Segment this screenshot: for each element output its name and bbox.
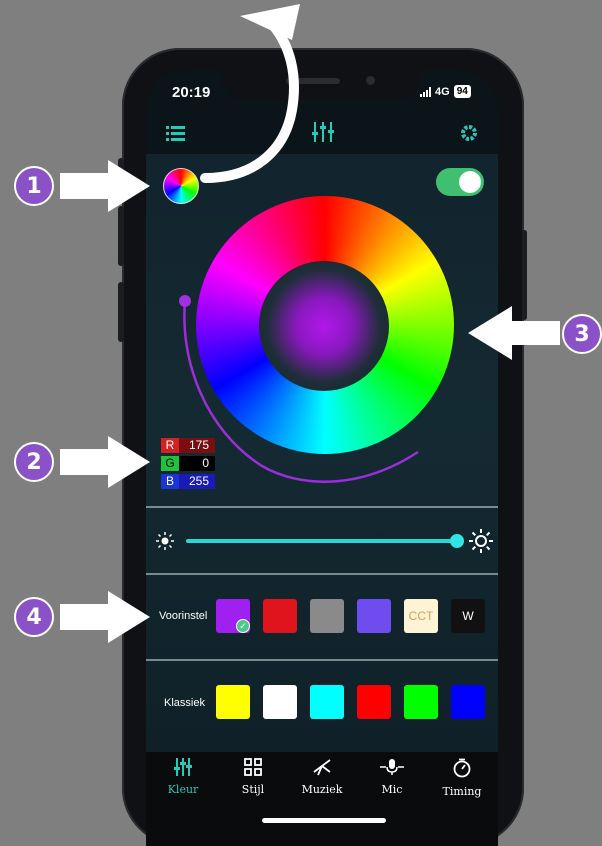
arrow-1	[60, 160, 150, 212]
callout-1: 1	[14, 166, 54, 206]
arrow-4	[60, 591, 150, 643]
callout-4: 4	[14, 597, 54, 637]
annotation-arrows	[60, 4, 560, 643]
curved-arrow-head	[240, 4, 300, 40]
arrow-3	[468, 306, 560, 360]
callout-3: 3	[562, 314, 602, 354]
callout-2: 2	[14, 442, 54, 482]
arrow-2	[60, 436, 150, 488]
